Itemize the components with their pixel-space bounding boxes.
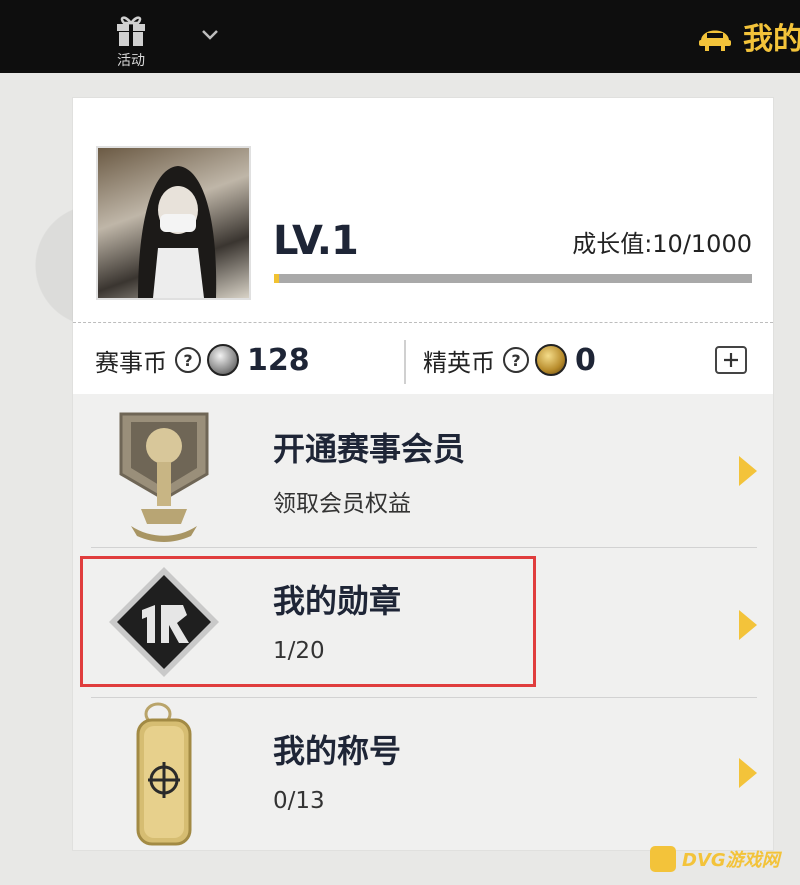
my-tab-label: 我的 [743,22,800,57]
helmet-icon [699,30,731,51]
elite-coin-icon [535,344,567,376]
elite-coin-group: 精英币 ? 0 [423,340,596,380]
growth-progress-fill [274,274,279,283]
growth-value: 成长值:10/1000 [572,230,752,258]
menu-item-title: 我的勋章 [273,582,402,620]
event-coin-icon [207,344,239,376]
chevron-down-icon[interactable] [200,28,220,42]
currency-row: 赛事币 ? 128 精英币 ? 0 [73,328,773,390]
gamepad-icon [650,846,676,872]
menu-item-title: 开通赛事会员 [273,430,466,468]
level-text: LV.1 [273,218,359,264]
arrow-right-icon [739,758,757,788]
event-coin-label: 赛事币 [95,348,167,377]
add-coin-button[interactable] [715,346,747,374]
watermark: DVG游戏网 [650,842,780,876]
plus-icon [724,353,738,367]
watermark-text: DVG游戏网 [682,850,780,871]
menu-item-titles[interactable]: 我的称号 0/13 [73,700,773,850]
profile-section: LV.1 成长值:10/1000 赛事币 ? 128 精英币 ? 0 [73,98,773,394]
menu-item-subtitle: 1/20 [273,638,325,664]
avatar-photo [138,166,217,298]
trophy-badge-icon [119,412,209,542]
event-coin-group: 赛事币 ? 128 [95,340,310,380]
section-divider [73,322,773,323]
row-divider [91,547,757,548]
menu-item-title: 我的称号 [273,732,402,770]
elite-coin-label: 精英币 [423,348,495,377]
top-bar: 活动 我的 [0,0,800,73]
elite-coin-value: 0 [575,342,596,378]
activity-label: 活动 [117,53,145,69]
elite-coin-help-icon[interactable]: ? [503,347,529,373]
rng-medal-icon [109,567,219,677]
menu-item-subtitle: 领取会员权益 [273,491,411,517]
event-coin-help-icon[interactable]: ? [175,347,201,373]
menu-item-medals[interactable]: 我的勋章 1/20 [73,550,773,700]
growth-progress-bar [274,274,752,283]
arrow-right-icon [739,610,757,640]
gift-icon [117,16,145,46]
dog-tag-icon [136,702,192,846]
currency-separator [404,340,406,384]
my-tab[interactable]: 我的 [695,16,800,57]
profile-card: LV.1 成长值:10/1000 赛事币 ? 128 精英币 ? 0 开通赛事会… [73,98,773,850]
activity-button[interactable]: 活动 [108,10,154,70]
row-divider [91,697,757,698]
event-coin-value: 128 [247,342,310,378]
arrow-right-icon [739,456,757,486]
menu-item-membership[interactable]: 开通赛事会员 领取会员权益 [73,396,773,546]
avatar[interactable] [96,146,251,300]
menu-item-subtitle: 0/13 [273,788,325,814]
